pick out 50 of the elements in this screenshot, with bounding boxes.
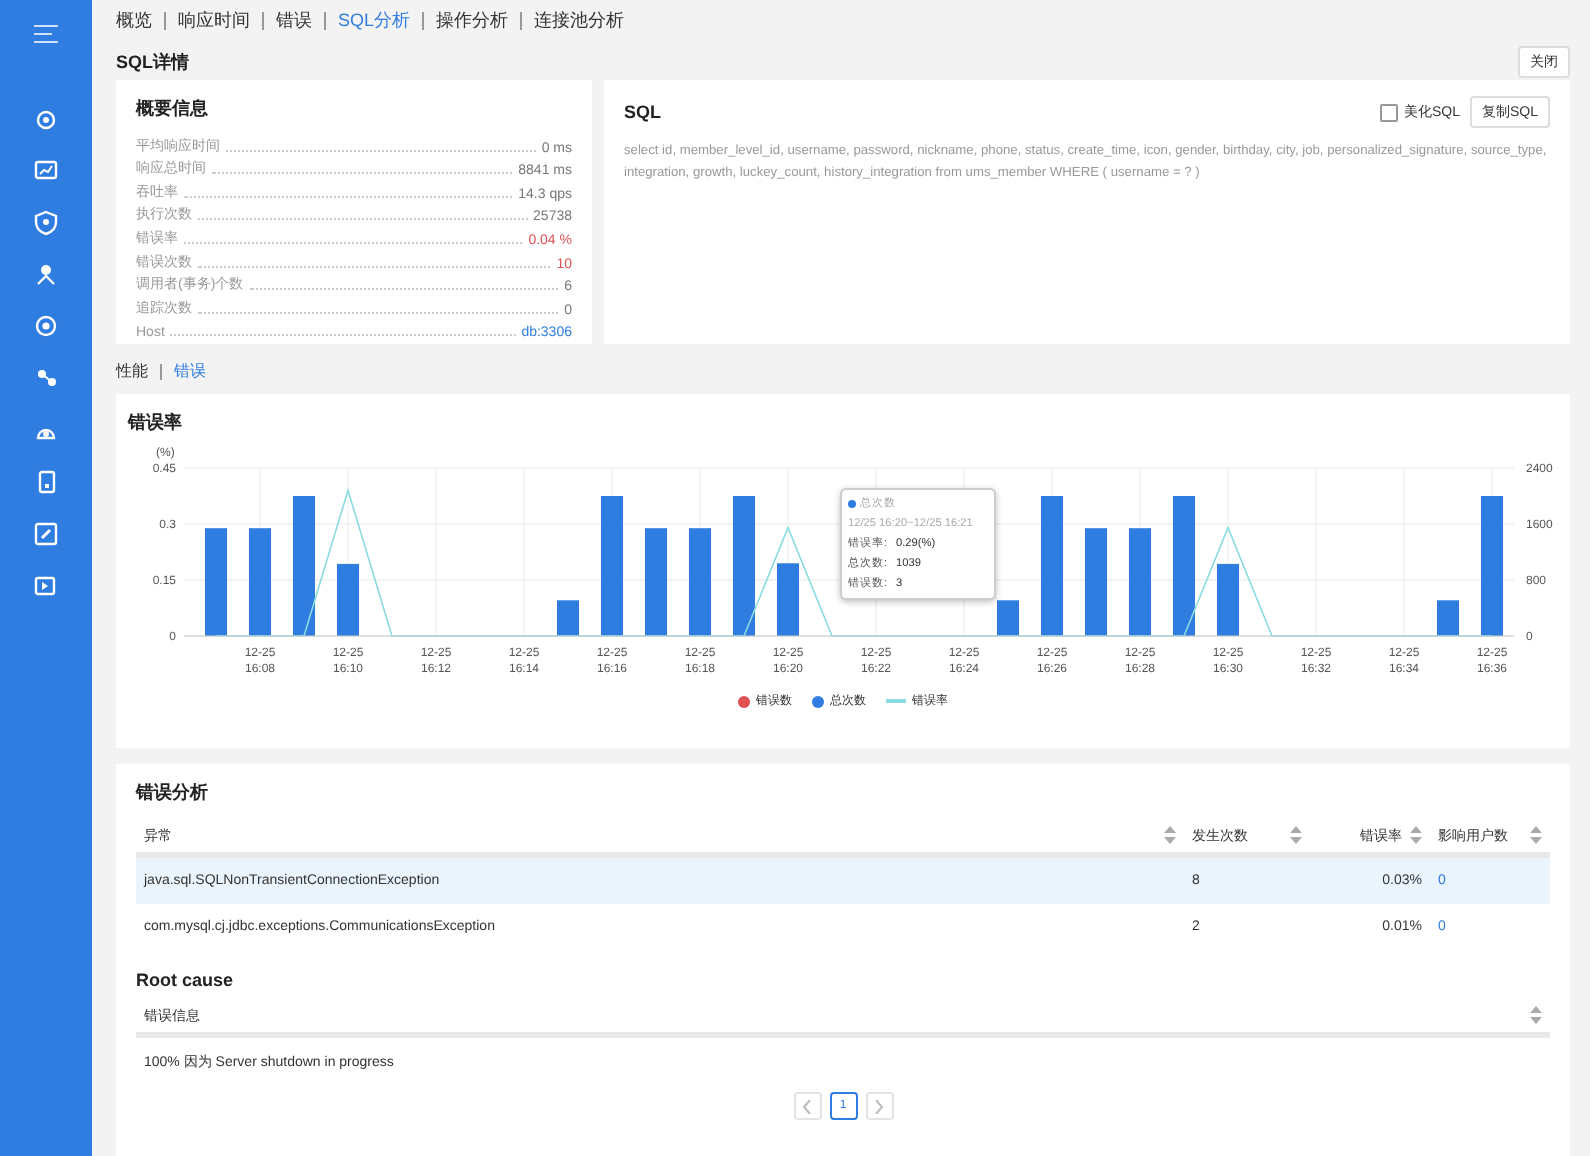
tab[interactable]: 响应时间 [164,11,262,29]
play-icon[interactable] [32,572,60,600]
sort-icon[interactable] [1530,1006,1542,1024]
chart-icon[interactable] [32,156,60,184]
section-title: Root cause [136,970,236,990]
tab[interactable]: 连接池分析 [520,11,637,29]
menu-icon[interactable] [34,24,58,44]
bar [1481,496,1503,636]
tab[interactable]: 操作分析 [422,11,521,29]
nodes-icon[interactable] [32,364,60,392]
chevron-left-icon[interactable] [802,1099,812,1113]
shield-icon[interactable] [32,208,60,236]
card-title: 错误分析 [136,780,210,806]
tab[interactable]: 错误 [262,11,324,29]
previous-page-button[interactable] [793,1092,821,1120]
bar [1129,528,1151,636]
bar [689,528,711,636]
bar [557,600,579,636]
person-icon[interactable] [32,260,60,288]
bar [249,528,271,636]
card-title: SQL [624,102,662,122]
bar [1217,563,1239,636]
bar [601,496,623,636]
bar [1437,600,1459,636]
bar [777,563,799,636]
bar [1041,496,1063,636]
card-title: 概要信息 [136,96,210,122]
sort-icon[interactable] [1290,826,1302,844]
bar [293,496,315,636]
sort-icon[interactable] [1410,826,1422,844]
bar [1173,496,1195,636]
bar [997,600,1019,636]
bar [1085,528,1107,636]
bar [733,496,755,636]
sort-icon[interactable] [1530,826,1542,844]
next-page-button[interactable] [865,1092,893,1120]
section-title: SQL详情 [116,49,190,75]
tab[interactable]: 性能 [116,364,160,380]
bar [205,528,227,636]
tab[interactable]: 错误 [160,364,218,380]
square-icon[interactable] [32,520,60,548]
card-title: 错误率 [128,410,184,436]
checkbox[interactable] [1379,103,1398,121]
series-dot-icon [848,500,856,508]
tab[interactable]: SQL分析 [324,11,423,29]
sort-icon[interactable] [1164,826,1176,844]
bar [337,563,359,636]
tab[interactable]: 概览 [116,11,164,29]
bar [645,528,667,636]
chevron-right-icon[interactable] [874,1099,884,1113]
